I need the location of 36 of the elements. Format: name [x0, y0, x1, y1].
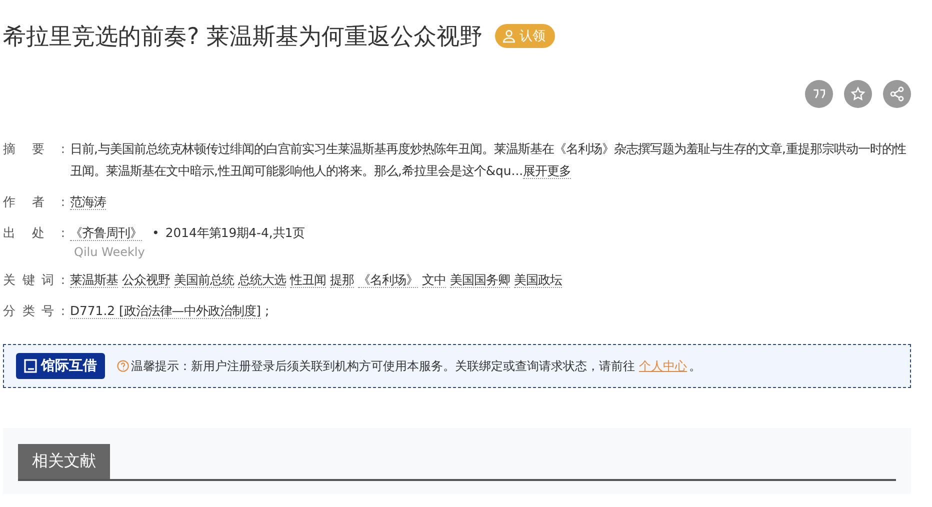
help-icon — [117, 360, 129, 372]
journal-english-name: Qilu Weekly — [74, 244, 146, 260]
quote-button[interactable] — [805, 80, 833, 108]
expand-link[interactable]: 展开更多 — [523, 163, 572, 179]
meta-link[interactable]: 总统大选 — [238, 272, 286, 288]
field-label: 分类号: — [3, 302, 65, 320]
loan-button[interactable]: 馆际互借 — [16, 353, 105, 379]
meta-link[interactable]: 美国前总统 — [174, 272, 234, 288]
bullet-text: • — [152, 225, 160, 240]
field-label: 作者: — [3, 193, 65, 211]
separator-text: ; — [265, 303, 270, 318]
meta-link[interactable]: 性丑闻 — [290, 272, 326, 288]
journal-link[interactable]: 《齐鲁周刊》 — [70, 225, 142, 241]
star-icon — [850, 86, 866, 102]
person-icon — [500, 28, 517, 44]
meta-link[interactable]: 范海涛 — [70, 194, 106, 210]
meta-link[interactable]: 美国国务卿 — [450, 272, 510, 288]
abstract-text: 日前,与美国前总统克林顿传过绯闻的白宫前实习生莱温斯基再度炒热陈年丑闻。莱温斯基在《名利场》杂志撰写题为羞耻与生存的文章,重提那宗哄动一时的性丑闻。莱温斯基在文中暗示,性丑闻可能影响他人的将来。那么,希拉里会是这个&qu...展开更多 — [70, 141, 906, 178]
book-icon — [24, 359, 37, 373]
field-label: 摘要: — [3, 140, 65, 158]
field-label: 关键词: — [3, 271, 65, 289]
share-button[interactable] — [883, 80, 911, 108]
share-icon — [889, 86, 905, 102]
field-label: 出处: — [3, 224, 65, 242]
meta-link[interactable]: 《名利场》 — [358, 272, 418, 288]
meta-link[interactable]: 公众视野 — [122, 272, 170, 288]
meta-link[interactable]: 文中 — [422, 272, 446, 288]
meta-link[interactable]: D771.2 [政治法律—中外政治制度] — [70, 303, 262, 319]
notice-text: 温馨提示：新用户注册登录后须关联到机构方可使用本服务。关联绑定或查询请求状态，请前往 个人中心 。 — [131, 358, 701, 374]
favorite-button[interactable] — [844, 80, 872, 108]
meta-link[interactable]: 提那 — [330, 272, 354, 288]
article-title: 希拉里竞选的前奏? 莱温斯基为何重返公众视野 — [3, 22, 483, 52]
related-tab[interactable]: 相关文献 — [18, 444, 110, 479]
issue-text: 2014年第19期4-4,共1页 — [165, 225, 305, 240]
meta-link[interactable]: 莱温斯基 — [70, 272, 118, 288]
meta-link[interactable]: 美国政坛 — [514, 272, 562, 288]
